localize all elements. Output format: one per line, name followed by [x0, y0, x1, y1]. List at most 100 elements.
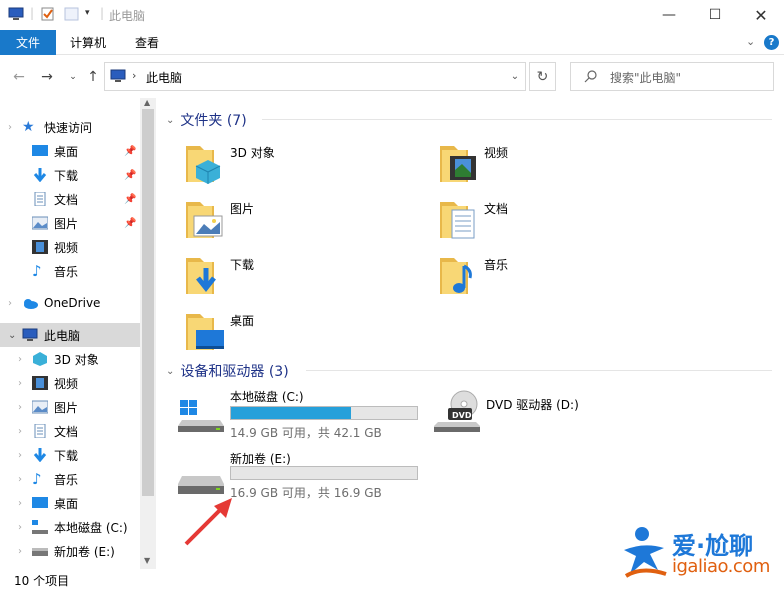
scroll-up-icon[interactable]: ▲: [144, 98, 150, 107]
expand-arrow-icon[interactable]: ›: [18, 546, 22, 557]
expand-arrow-icon[interactable]: ›: [18, 522, 22, 533]
expand-arrow-icon[interactable]: ›: [18, 426, 22, 437]
address-dropdown-button[interactable]: ⌄: [504, 62, 526, 91]
drive-e-usage-bar: [230, 466, 418, 480]
watermark-logo: 爱·尬聊 igaliao.com: [620, 524, 780, 584]
ribbon-expand-icon[interactable]: ⌄: [746, 35, 755, 48]
picture-icon: [32, 400, 48, 414]
search-placeholder: 搜索"此电脑": [610, 71, 682, 85]
expand-arrow-icon[interactable]: ›: [18, 474, 22, 485]
sidebar-item-music[interactable]: ♪ 音乐: [0, 259, 140, 283]
scroll-down-icon[interactable]: ▼: [144, 556, 150, 565]
help-icon[interactable]: ?: [764, 35, 779, 50]
sidebar-item-quick-access[interactable]: › ★ 快速访问: [0, 115, 140, 139]
expand-arrow-icon[interactable]: ›: [8, 122, 12, 133]
close-button[interactable]: ✕: [738, 0, 784, 30]
up-button[interactable]: ↑: [82, 66, 104, 88]
folder-documents[interactable]: 文档: [438, 192, 668, 242]
videos-folder-icon: [440, 146, 476, 182]
expand-arrow-icon[interactable]: ›: [18, 450, 22, 461]
breadcrumb-separator-icon[interactable]: ›: [132, 69, 136, 82]
new-folder-icon[interactable]: [64, 7, 80, 21]
maximize-button[interactable]: ☐: [692, 0, 738, 30]
pin-icon[interactable]: 📌: [124, 146, 136, 157]
sidebar-item-videos[interactable]: › 视频: [0, 371, 140, 395]
pin-icon[interactable]: 📌: [124, 194, 136, 205]
sidebar-item-music[interactable]: › ♪ 音乐: [0, 467, 140, 491]
music-folder-icon: [440, 258, 472, 294]
sidebar-item-new-volume-e[interactable]: › 新加卷 (E:): [0, 539, 140, 563]
watermark-figure-icon: [624, 527, 667, 578]
back-button[interactable]: ←: [8, 66, 30, 88]
music-icon: ♪: [32, 262, 42, 280]
dvd-drive-icon: DVD: [434, 390, 480, 432]
document-icon: [34, 192, 46, 206]
refresh-button[interactable]: ↻: [529, 62, 556, 91]
sidebar-item-pictures[interactable]: › 图片: [0, 395, 140, 419]
nav-scrollbar-thumb[interactable]: [142, 109, 154, 496]
watermark-url: igaliao.com: [672, 556, 770, 577]
expand-arrow-icon[interactable]: ›: [18, 354, 22, 365]
quick-access-toolbar-dropdown[interactable]: ▾: [85, 8, 90, 18]
separator: |: [100, 6, 105, 20]
sidebar-item-desktop[interactable]: 桌面 📌: [0, 139, 140, 163]
expand-arrow-icon[interactable]: ›: [18, 402, 22, 413]
folder-desktop[interactable]: 桌面: [184, 304, 414, 354]
music-icon: ♪: [32, 470, 42, 488]
tab-view[interactable]: 查看: [122, 30, 172, 55]
forward-button[interactable]: →: [36, 66, 58, 88]
minimize-button[interactable]: —: [646, 0, 692, 30]
drive-icon: [178, 476, 224, 494]
folder-pictures[interactable]: 图片: [184, 192, 414, 242]
collapse-arrow-icon[interactable]: ⌄: [166, 115, 174, 126]
separator: |: [30, 6, 35, 20]
devices-group-header[interactable]: ⌄ 设备和驱动器 (3): [166, 361, 289, 381]
collapse-arrow-icon[interactable]: ⌄: [8, 330, 16, 341]
window-title: 此电脑: [109, 9, 146, 23]
collapse-arrow-icon[interactable]: ⌄: [166, 366, 174, 377]
sidebar-item-3d-objects[interactable]: › 3D 对象: [0, 347, 140, 371]
pictures-folder-icon: [186, 202, 223, 238]
properties-icon[interactable]: [40, 7, 56, 21]
sidebar-item-local-disk-c[interactable]: › 本地磁盘 (C:): [0, 515, 140, 539]
tab-computer[interactable]: 计算机: [60, 30, 116, 55]
expand-arrow-icon[interactable]: ›: [8, 298, 12, 309]
folder-videos[interactable]: 视频: [438, 136, 668, 186]
folder-music[interactable]: 音乐: [438, 248, 668, 298]
drive-dvd-d[interactable]: DVD DVD 驱动器 (D:): [430, 386, 680, 442]
sidebar-item-downloads[interactable]: 下载 📌: [0, 163, 140, 187]
3d-cube-icon: [33, 352, 47, 366]
tab-file[interactable]: 文件: [0, 30, 56, 55]
svg-text:DVD: DVD: [452, 411, 472, 420]
folder-downloads[interactable]: 下载: [184, 248, 414, 298]
sidebar-item-onedrive[interactable]: › OneDrive: [0, 291, 140, 315]
sidebar-item-desktop[interactable]: › 桌面: [0, 491, 140, 515]
drive-c-usage-fill: [231, 407, 352, 419]
documents-folder-icon: [440, 202, 475, 239]
ribbon-bar: [0, 30, 784, 55]
search-icon: [584, 70, 597, 83]
pin-icon[interactable]: 📌: [124, 218, 136, 229]
sidebar-item-this-pc[interactable]: ⌄ 此电脑: [0, 323, 140, 347]
breadcrumb[interactable]: 此电脑: [146, 69, 182, 86]
sidebar-item-downloads[interactable]: › 下载: [0, 443, 140, 467]
pin-icon[interactable]: 📌: [124, 170, 136, 181]
drive-c[interactable]: 本地磁盘 (C:) 14.9 GB 可用，共 42.1 GB: [176, 386, 426, 442]
status-item-count: 10 个项目: [14, 574, 70, 588]
desktop-folder-icon: [186, 314, 224, 350]
this-pc-icon: [110, 69, 126, 82]
document-icon: [34, 424, 46, 438]
sidebar-item-documents[interactable]: › 文档: [0, 419, 140, 443]
sidebar-item-videos[interactable]: 视频: [0, 235, 140, 259]
folder-3d-objects[interactable]: 3D 对象: [184, 136, 414, 186]
recent-locations-dropdown[interactable]: ⌄: [62, 66, 84, 88]
sidebar-item-documents[interactable]: 文档 📌: [0, 187, 140, 211]
expand-arrow-icon[interactable]: ›: [18, 498, 22, 509]
drive-icon: [32, 548, 48, 556]
this-pc-icon: [8, 7, 24, 20]
download-icon: [33, 448, 47, 462]
sidebar-item-pictures[interactable]: 图片 📌: [0, 211, 140, 235]
windows-drive-icon: [178, 400, 224, 432]
expand-arrow-icon[interactable]: ›: [18, 378, 22, 389]
folders-group-header[interactable]: ⌄ 文件夹 (7): [166, 110, 247, 130]
